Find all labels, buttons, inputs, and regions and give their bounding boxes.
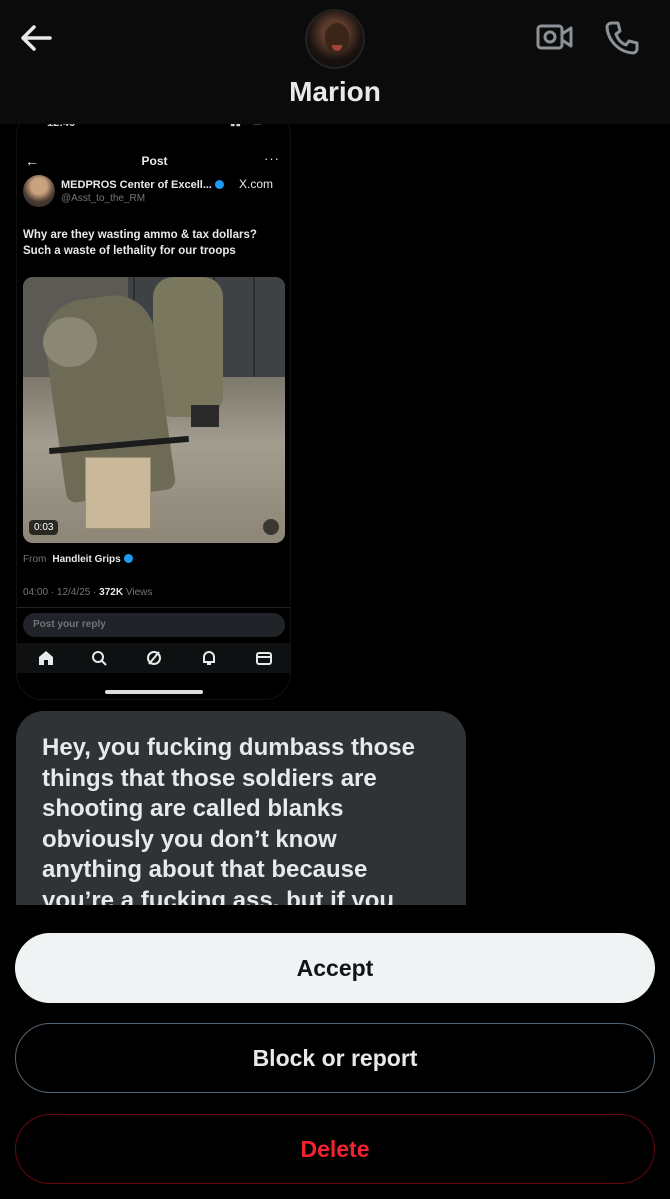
photo-wooden-box [85,457,151,529]
video-duration: 0:03 [29,520,59,535]
divider [17,607,290,608]
screenshot-from-name: Handleit Grips [52,554,121,565]
grok-icon [145,649,163,667]
screenshot-title: Post [141,154,168,168]
phone-icon[interactable] [604,20,640,56]
screenshot-post-text: Why are they wasting ammo & tax dollars?… [23,229,257,257]
contact-name[interactable]: Marion [0,76,670,108]
home-icon [37,649,55,667]
video-call-icon[interactable] [536,22,574,52]
verified-badge-icon [214,180,224,189]
screenshot-more-icon: ··· [264,151,280,166]
block-or-report-button[interactable]: Block or report [15,1023,655,1093]
back-arrow-icon[interactable] [18,22,54,54]
screenshot-bottom-nav [17,643,290,673]
notifications-icon [200,649,218,667]
screenshot-source-label: X.com [239,177,274,191]
message-bubble[interactable]: Hey, you fucking dumbass those things th… [16,711,466,931]
accept-button[interactable]: Accept [15,933,655,1003]
screenshot-reply-field: Post your reply [23,613,285,637]
screenshot-author-handle: @Asst_to_the_RM [61,193,146,204]
photo-wall-rib [253,277,255,387]
screenshot-author-name: MEDPROS Center of Excell... [61,179,224,191]
screenshot-author-avatar [23,175,55,207]
message-text: Hey, you fucking dumbass those things th… [42,734,415,914]
conversation-header: Marion [0,0,670,124]
photo-helmet [43,317,97,367]
messages-icon [255,649,273,667]
delete-button[interactable]: Delete [15,1114,655,1184]
photo-ammo-can [191,405,219,427]
verified-badge-icon [123,554,133,563]
screenshot-video-thumbnail: 0:03 [23,277,285,543]
screenshot-author: MEDPROS Center of Excell... @Asst_to_the… [23,175,288,211]
search-icon [90,649,108,667]
mute-icon [263,519,279,535]
contact-avatar[interactable] [305,9,365,69]
image-message[interactable]: 12:46 ▮▮ ◔ ▭ ← Post ··· MEDPROS Center o… [16,110,291,700]
screenshot-from-line: From Handleit Grips [23,554,133,565]
screenshot-topbar: ← Post ··· [17,151,290,171]
home-indicator [105,690,203,694]
screenshot-post-meta: 04:00 · 12/4/25 · 372K Views [23,587,153,598]
